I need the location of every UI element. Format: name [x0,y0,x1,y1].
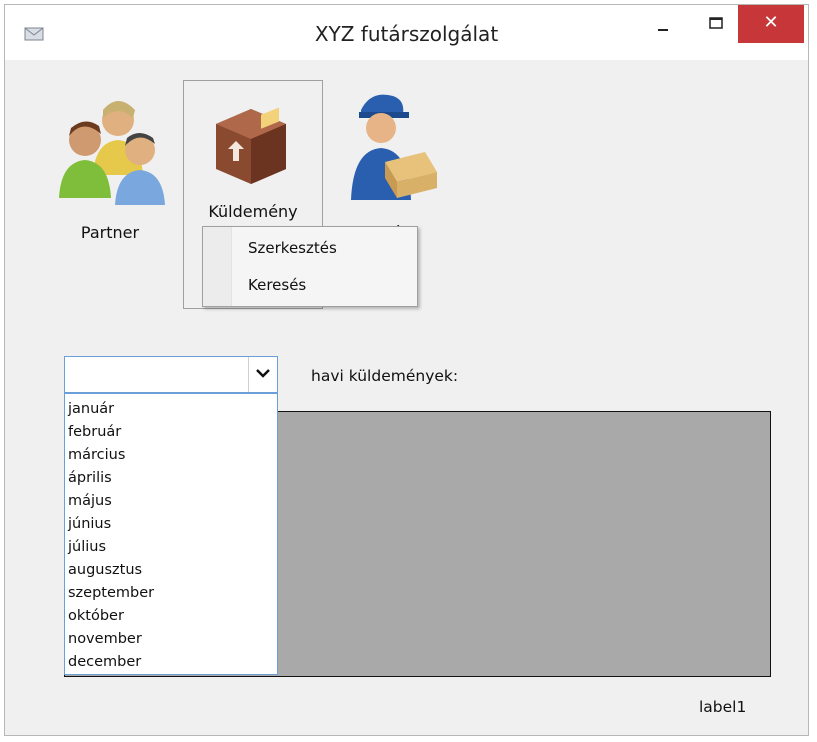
month-option[interactable]: március [68,445,125,467]
month-option[interactable]: december [68,652,141,674]
menu-gutter [203,227,232,306]
month-option[interactable]: április [68,468,112,490]
month-option[interactable]: február [68,422,121,444]
month-combobox[interactable] [64,356,278,393]
partner-label: Partner [80,223,140,242]
month-option[interactable]: november [68,629,142,651]
close-button[interactable]: ✕ [738,5,804,43]
maximize-icon [709,17,723,29]
title-bar[interactable]: XYZ futárszolgálat ✕ [5,5,808,60]
app-window: XYZ futárszolgálat ✕ Partner Küldemény S… [4,4,809,736]
month-option[interactable]: augusztus [68,560,142,582]
kuldemeny-dropdown-menu: Szerkesztés Keresés [202,226,418,307]
minimize-icon [658,29,668,31]
courier-icon [351,94,437,200]
minimize-button[interactable] [641,5,685,43]
partner-button[interactable]: Partner [45,80,175,250]
kuldemeny-label: Küldemény [208,202,298,221]
window-title: XYZ futárszolgálat [314,22,499,46]
package-icon [216,107,286,184]
month-option[interactable]: június [68,514,111,536]
month-dropdown-list[interactable]: január február március április május jún… [64,393,278,675]
close-icon: ✕ [763,12,779,33]
combo-dropdown-button[interactable] [248,357,277,392]
month-option[interactable]: május [68,491,112,513]
status-label: label1 [699,698,747,716]
month-option[interactable]: január [68,399,114,421]
client-area: Partner Küldemény Szerkesztés Keresés ha… [5,60,808,735]
futar-button[interactable]: Futár [328,80,448,250]
menu-item-szerkesztes[interactable]: Szerkesztés [248,239,337,257]
chevron-down-icon [256,369,270,378]
monthly-shipments-label: havi küldemények: [311,367,459,385]
month-option[interactable]: szeptember [68,583,154,605]
month-option[interactable]: október [68,606,124,628]
month-option[interactable]: július [68,537,106,559]
partners-icon [59,101,165,205]
menu-item-kereses[interactable]: Keresés [248,276,306,294]
maximize-button[interactable] [695,5,739,43]
